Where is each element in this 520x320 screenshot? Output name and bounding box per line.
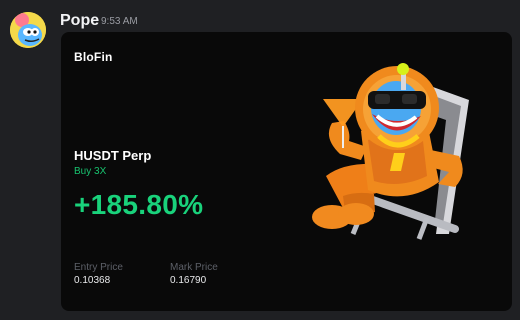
- message-time: 9:53 AM: [101, 16, 138, 27]
- trade-side: Buy 3X: [74, 166, 107, 177]
- avatar[interactable]: [10, 12, 46, 48]
- message-author[interactable]: Pope: [60, 12, 99, 30]
- entry-price-value: 0.10368: [74, 275, 111, 286]
- mascot-illustration: [301, 44, 491, 241]
- brand-logo: BloFin: [74, 50, 113, 64]
- pnl-percentage: +185.80%: [74, 189, 204, 220]
- trade-card[interactable]: BloFin HUSDT Perp Buy 3X +185.80% Entry …: [61, 32, 512, 311]
- entry-price-label: Entry Price: [74, 262, 123, 273]
- chat-message: Pope 9:53 AM BloFin HUSDT Perp Buy 3X +1…: [0, 0, 520, 320]
- avatar-icon: [10, 12, 46, 48]
- mark-price-value: 0.16790: [170, 275, 207, 286]
- trade-pair: HUSDT Perp: [74, 148, 152, 163]
- mark-price-label: Mark Price: [170, 262, 218, 273]
